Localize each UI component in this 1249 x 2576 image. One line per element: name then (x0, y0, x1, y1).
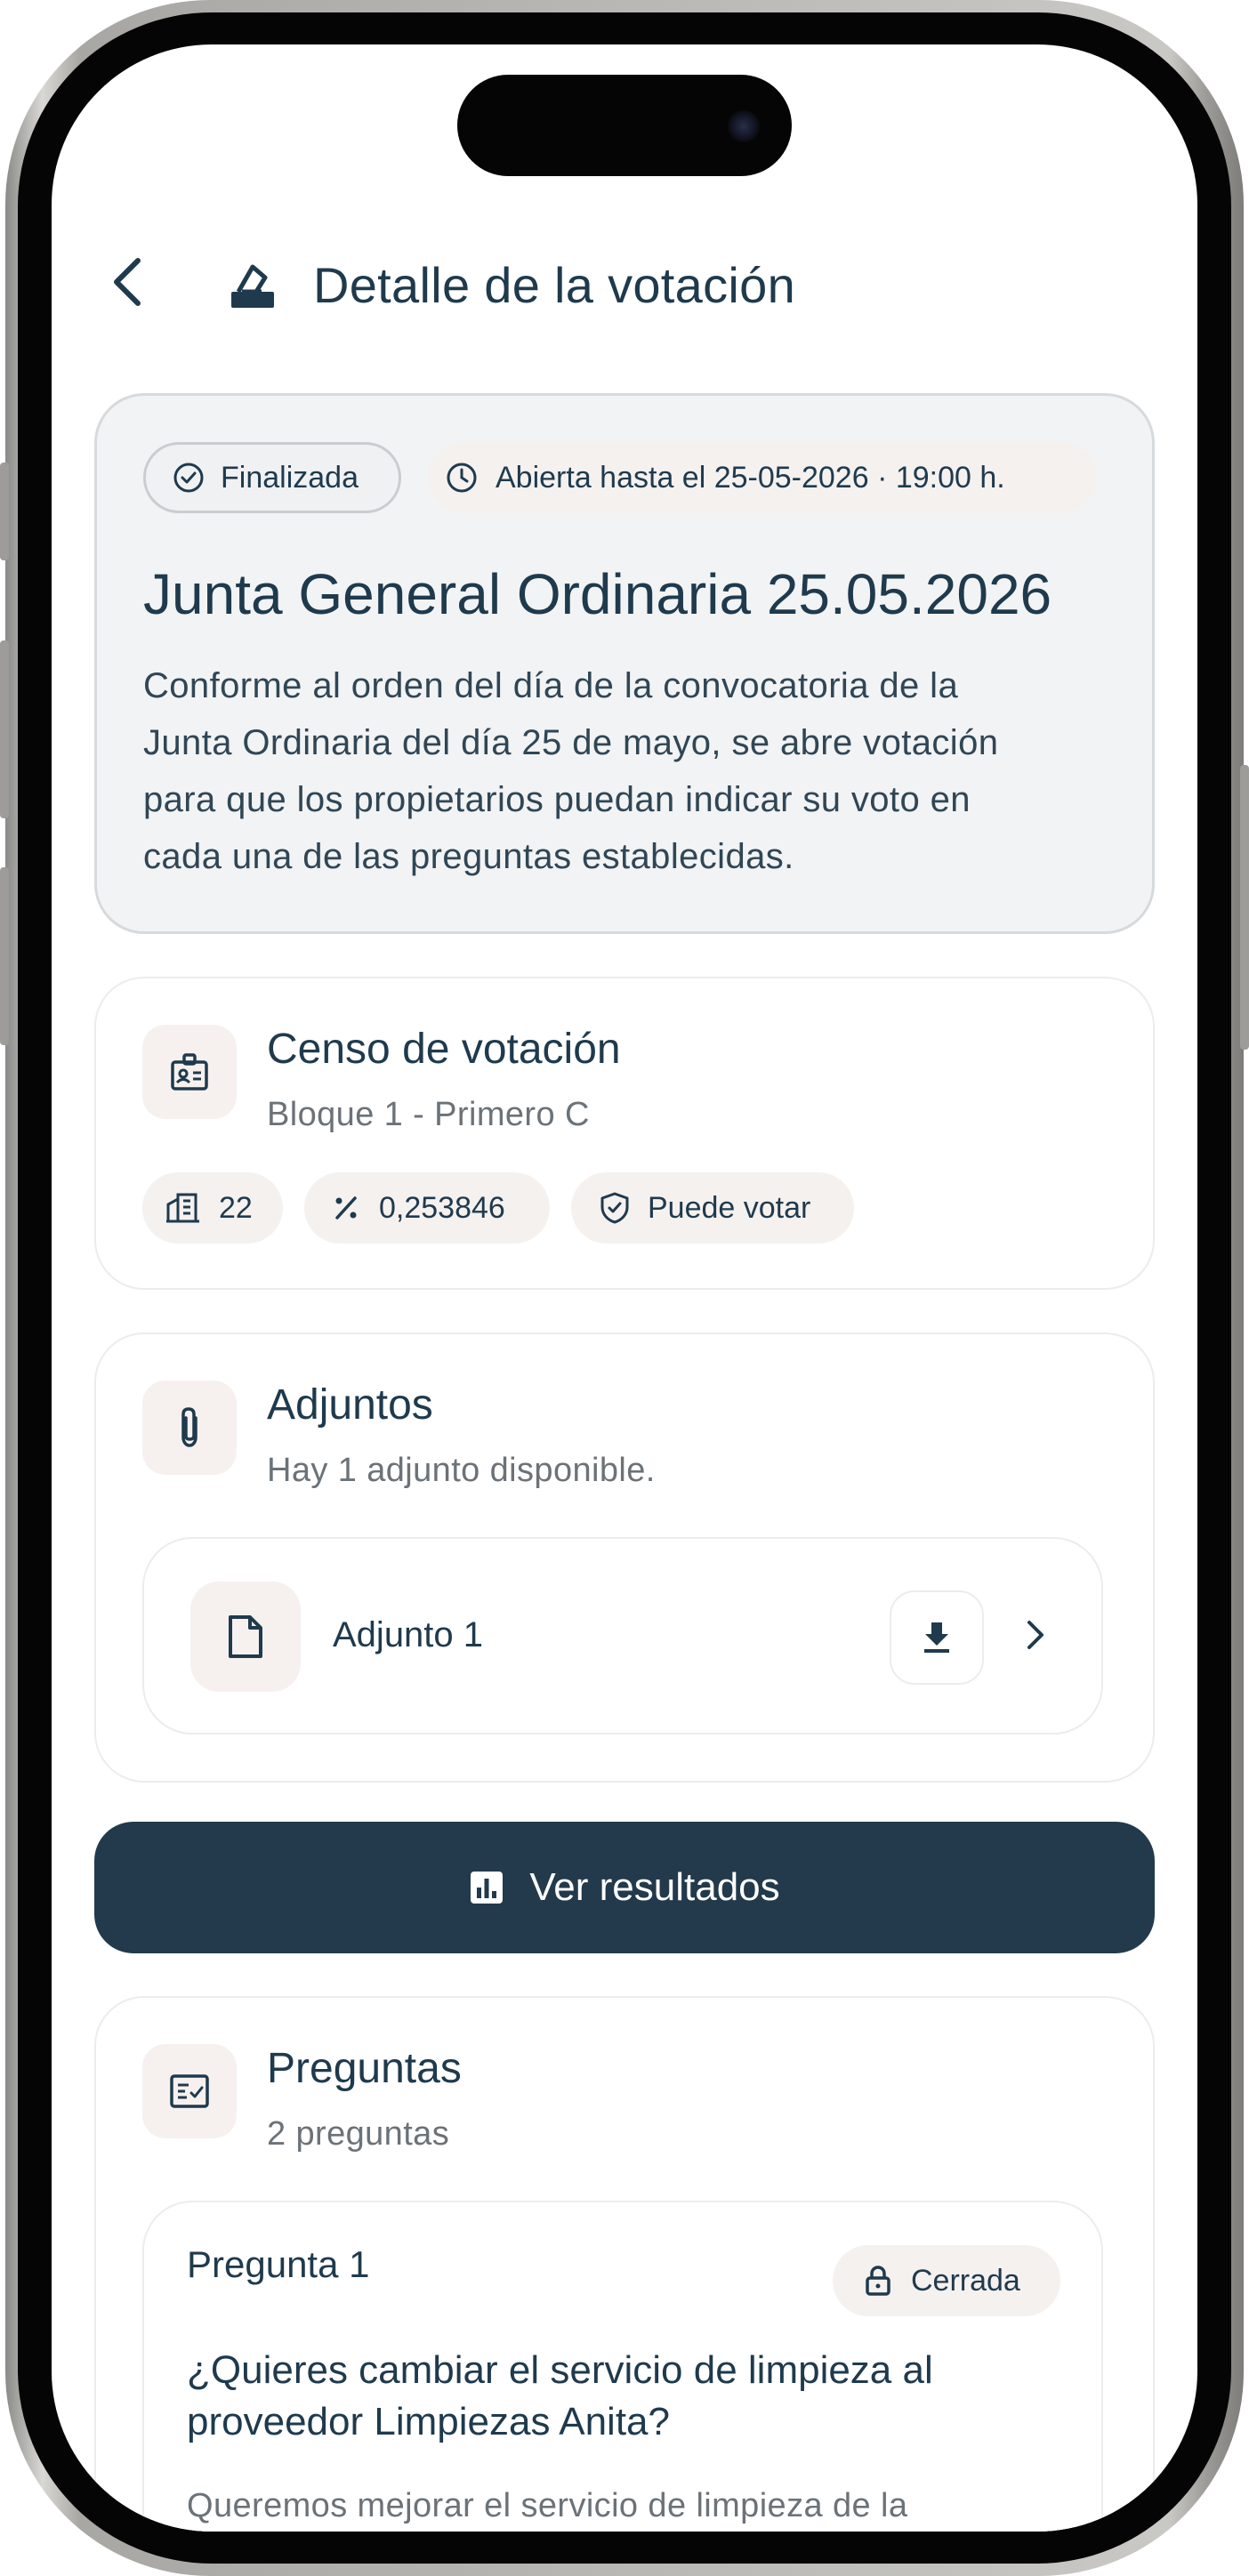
description-line: cada una de las preguntas establecidas. (143, 837, 794, 876)
question-status-label: Cerrada (911, 2263, 1020, 2298)
census-icon-box (142, 1025, 237, 1119)
checklist-icon (170, 2074, 209, 2108)
status-badge: Finalizada (143, 442, 401, 513)
vote-status-chip: Puede votar (571, 1172, 854, 1244)
question-title-line: ¿Quieres cambiar el servicio de limpieza… (187, 2348, 933, 2392)
dynamic-island (457, 75, 792, 176)
attachments-icon-box (142, 1381, 237, 1475)
attachment-name: Adjunto 1 (333, 1615, 484, 1654)
chevron-right-icon (1027, 1621, 1044, 1649)
question-description: Queremos mejorar el servicio de limpieza… (187, 2487, 908, 2524)
description-line: Conforme al orden del día de la convocat… (143, 666, 959, 705)
attachments-subtitle: Hay 1 adjunto disponible. (267, 1452, 656, 1489)
census-subtitle: Bloque 1 - Primero C (267, 1096, 590, 1133)
deadline-label: Abierta hasta el 25-05-2026 · 19:00 h. (496, 460, 1005, 495)
questions-subtitle: 2 preguntas (267, 2115, 450, 2153)
percent-icon (335, 1196, 357, 1220)
ballot-box-icon (231, 264, 274, 308)
deadline-badge: Abierta hasta el 25-05-2026 · 19:00 h. (428, 442, 1097, 513)
attachments-title: Adjuntos (267, 1381, 433, 1429)
download-button[interactable] (890, 1590, 984, 1685)
clock-icon (447, 463, 477, 493)
bar-chart-icon (471, 1872, 504, 1904)
view-results-button[interactable]: Ver resultados (94, 1822, 1155, 1953)
question-title: ¿Quieres cambiar el servicio de limpieza… (187, 2345, 933, 2448)
back-button[interactable] (105, 256, 149, 308)
shield-check-icon (600, 1192, 629, 1224)
voting-description: Conforme al orden del día de la convocat… (143, 657, 998, 885)
questions-card: Preguntas 2 preguntas Pregunta 1 Cerrada… (94, 1996, 1155, 2532)
census-card: Censo de votación Bloque 1 - Primero C 2… (94, 977, 1155, 1290)
question-label: Pregunta 1 (187, 2243, 370, 2285)
open-attachment-button[interactable] (1025, 1617, 1046, 1657)
units-chip: 22 (142, 1172, 283, 1244)
phone-side-button (0, 463, 9, 560)
paperclip-icon (181, 1407, 197, 1447)
status-label: Finalizada (221, 460, 359, 495)
description-line: Junta Ordinaria del día 25 de mayo, se a… (143, 723, 999, 762)
attachments-card: Adjuntos Hay 1 adjunto disponible. Adjun… (94, 1332, 1155, 1783)
attachment-item[interactable]: Adjunto 1 (142, 1537, 1103, 1735)
file-icon (229, 1615, 262, 1658)
id-card-icon (171, 1053, 208, 1091)
question-status-badge: Cerrada (833, 2245, 1060, 2316)
phone-side-button (0, 867, 9, 1045)
voting-summary-card: Finalizada Abierta hasta el 25-05-2026 ·… (94, 393, 1155, 934)
app-header: Detalle de la votación (52, 240, 1197, 320)
download-icon (924, 1622, 949, 1653)
phone-side-button (0, 640, 9, 818)
camera-icon (728, 110, 760, 142)
question-title-line: proveedor Limpiezas Anita? (187, 2400, 670, 2443)
screen: Detalle de la votación Finalizada Abiert… (52, 44, 1197, 2532)
questions-icon-box (142, 2044, 237, 2138)
census-title: Censo de votación (267, 1026, 621, 1073)
lock-icon (866, 2266, 890, 2296)
units-value: 22 (219, 1190, 253, 1225)
chevron-left-icon (114, 258, 141, 306)
questions-title: Preguntas (267, 2045, 462, 2092)
vote-status-label: Puede votar (648, 1190, 811, 1225)
description-line: para que los propietarios puedan indicar… (143, 780, 971, 819)
question-item[interactable]: Pregunta 1 Cerrada ¿Quieres cambiar el s… (142, 2201, 1103, 2532)
file-icon-box (190, 1582, 301, 1692)
coefficient-value: 0,253846 (379, 1190, 505, 1225)
page-title: Detalle de la votación (313, 257, 796, 313)
phone-side-button (1240, 765, 1249, 1050)
voting-title: Junta General Ordinaria 25.05.2026 (143, 562, 1052, 626)
coefficient-chip: 0,253846 (304, 1172, 550, 1244)
building-icon (166, 1193, 199, 1223)
check-circle-icon (173, 463, 204, 493)
view-results-label: Ver resultados (529, 1865, 780, 1909)
